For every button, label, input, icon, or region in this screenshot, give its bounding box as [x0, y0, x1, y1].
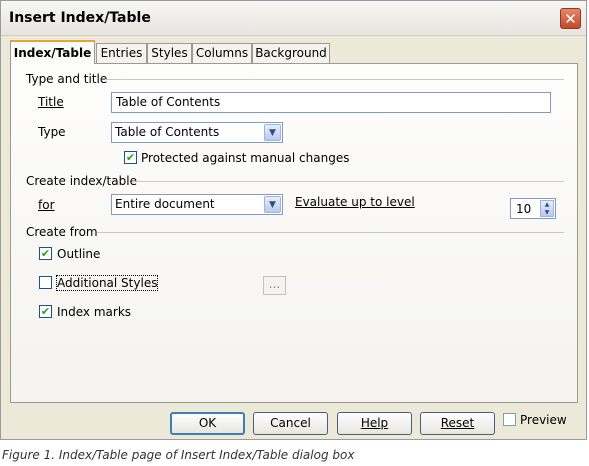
tab-styles[interactable]: Styles [147, 43, 192, 63]
for-select-value: Entire document [115, 197, 215, 211]
chevron-down-icon[interactable]: ▼ [264, 124, 281, 141]
tab-entries[interactable]: Entries [96, 43, 147, 63]
check-icon: ✔ [125, 151, 136, 164]
check-icon: ✔ [40, 247, 51, 260]
level-spinbox[interactable]: 10 ▲ ▼ [510, 198, 556, 219]
check-icon: ✔ [40, 305, 51, 318]
create-from-heading: Create from [26, 225, 98, 239]
tab-styles-label: Styles [151, 46, 188, 60]
level-value: 10 [516, 202, 532, 216]
title-bar[interactable]: Insert Index/Table ✕ [1, 1, 586, 36]
dialog-title: Insert Index/Table [9, 10, 151, 26]
additional-styles-checkbox[interactable] [39, 276, 52, 289]
spin-buttons[interactable]: ▲ ▼ [540, 200, 554, 217]
type-label: Type [38, 125, 66, 139]
tab-index-table-label: Index/Table [13, 46, 92, 60]
preview-checkbox[interactable] [503, 413, 516, 426]
create-from-separator [97, 232, 564, 233]
chevron-down-icon[interactable]: ▼ [264, 196, 281, 213]
insert-index-dialog: Insert Index/Table ✕ Index/Table Entries… [0, 0, 587, 440]
title-input[interactable]: Table of Contents [111, 92, 551, 113]
ok-button[interactable]: OK [170, 412, 245, 435]
figure-caption: Figure 1. Index/Table page of Insert Ind… [2, 448, 355, 462]
close-icon: ✕ [564, 10, 577, 28]
create-index-heading: Create index/table [26, 174, 137, 188]
create-index-separator [132, 181, 564, 182]
type-and-title-separator [105, 79, 564, 80]
outline-label: Outline [57, 247, 101, 261]
type-and-title-heading: Type and title [26, 72, 108, 86]
type-select[interactable]: Table of Contents ▼ [111, 122, 283, 143]
additional-styles-label: Additional Styles [55, 275, 159, 291]
index-marks-checkbox[interactable]: ✔ [39, 305, 52, 318]
outline-checkbox[interactable]: ✔ [39, 247, 52, 260]
tab-background-label: Background [255, 46, 327, 60]
tab-columns[interactable]: Columns [192, 43, 252, 63]
cancel-button[interactable]: Cancel [253, 412, 328, 435]
spin-down-icon[interactable]: ▼ [541, 209, 553, 217]
additional-styles-button[interactable]: ... [263, 276, 286, 295]
tab-index-table[interactable]: Index/Table [10, 40, 95, 64]
for-select[interactable]: Entire document ▼ [111, 194, 283, 215]
index-marks-label: Index marks [57, 305, 132, 319]
tab-entries-label: Entries [100, 46, 143, 60]
evaluate-level-label: Evaluate up to level [295, 195, 415, 209]
tab-background[interactable]: Background [252, 43, 330, 63]
close-button[interactable]: ✕ [560, 8, 581, 29]
spin-up-icon[interactable]: ▲ [541, 201, 553, 209]
protected-checkbox[interactable]: ✔ [124, 151, 137, 164]
help-button[interactable]: Help [337, 412, 412, 435]
for-label: for [38, 198, 55, 212]
preview-label: Preview [520, 413, 567, 427]
protected-label: Protected against manual changes [141, 151, 350, 165]
reset-button[interactable]: Reset [420, 412, 495, 435]
tab-columns-label: Columns [195, 46, 249, 60]
title-label: Title [38, 95, 64, 109]
type-select-value: Table of Contents [115, 125, 220, 139]
